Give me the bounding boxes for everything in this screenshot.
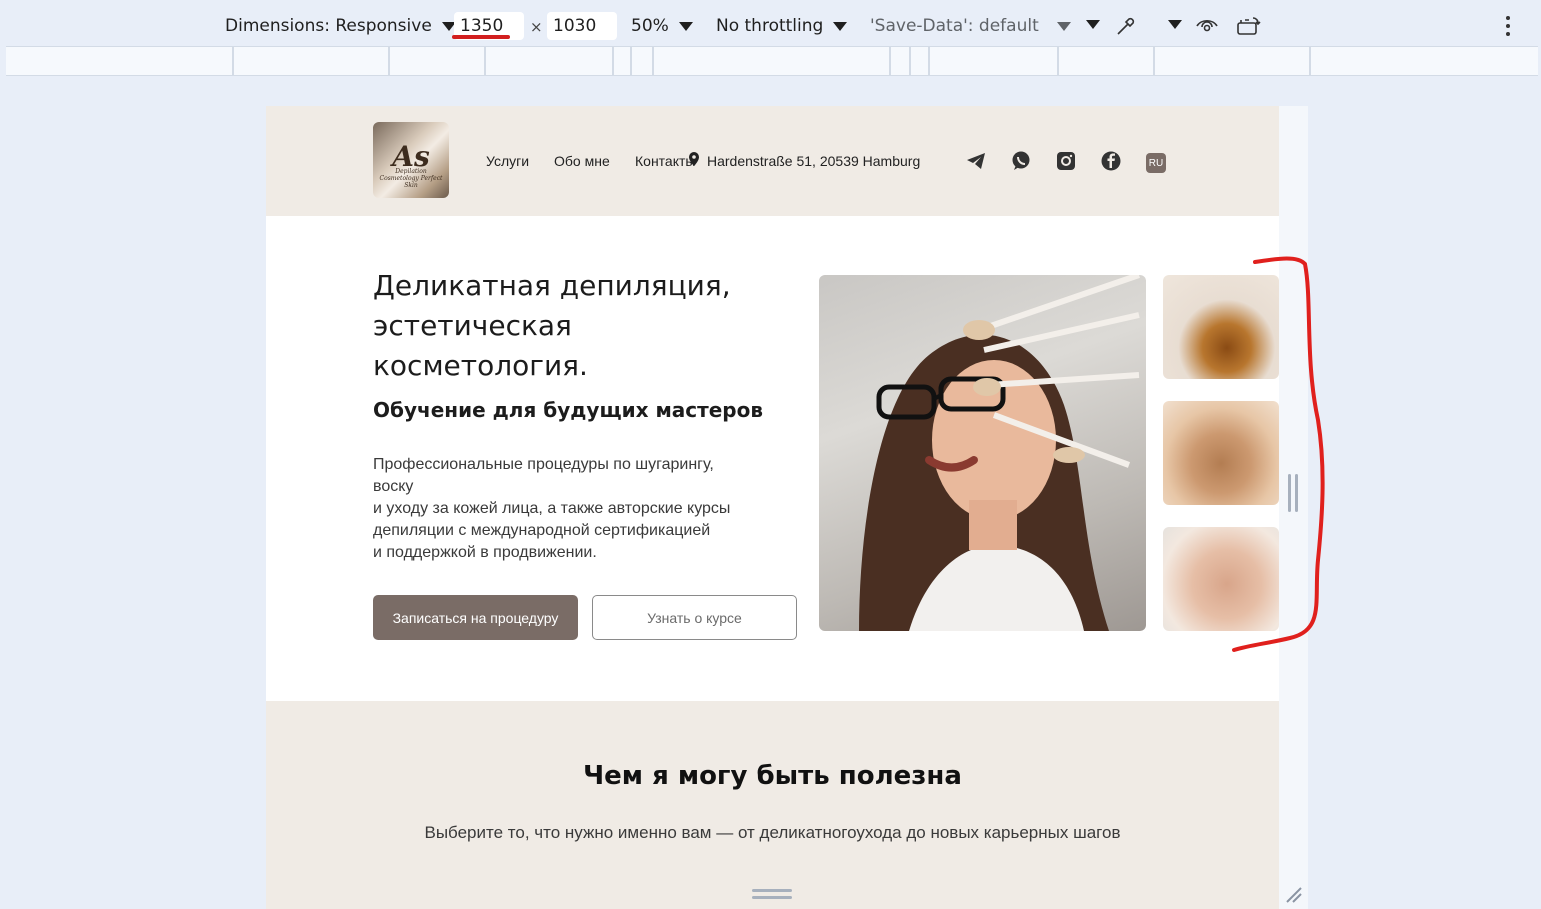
hero-subtitle: Обучение для будущих мастеров <box>373 398 764 422</box>
sugaring-thumbnail <box>1163 275 1279 379</box>
services-section: Чем я могу быть полезна Выберите то, что… <box>266 701 1279 909</box>
nav-services[interactable]: Услуги <box>486 153 529 169</box>
throttling-label: No throttling <box>716 16 824 36</box>
width-underline-annotation <box>452 35 510 39</box>
telegram-icon[interactable] <box>966 151 986 171</box>
times-sign: × <box>530 18 543 36</box>
hero-portrait-photo <box>819 275 1146 631</box>
location-pin-icon <box>689 152 699 169</box>
save-data-label: 'Save-Data': default <box>870 16 1039 36</box>
chevron-down-icon <box>1056 21 1071 31</box>
viewport-resize-corner-icon[interactable] <box>1283 884 1303 904</box>
services-description: Выберите то, что нужно именно вам — от д… <box>424 823 1121 842</box>
nav-about[interactable]: Обо мне <box>554 153 610 169</box>
language-switch[interactable]: RU <box>1146 153 1166 173</box>
emulated-viewport: As Depilation Cosmetology Perfect Skin У… <box>266 106 1279 909</box>
eye-icon[interactable] <box>1195 16 1219 36</box>
device-toolbar: Dimensions: Responsive 1350 × 1030 50% N… <box>6 6 1538 46</box>
more-options-dropdown[interactable] <box>1076 20 1100 29</box>
dimensions-dropdown[interactable]: Dimensions: Responsive <box>225 16 456 36</box>
width-value: 1350 <box>460 16 504 36</box>
nav-contacts[interactable]: Контакты <box>635 153 695 169</box>
learn-course-button[interactable]: Узнать о курсе <box>592 595 797 640</box>
zoom-label: 50% <box>631 16 669 36</box>
site-logo[interactable]: As Depilation Cosmetology Perfect Skin <box>373 122 449 198</box>
dimensions-label: Dimensions: Responsive <box>225 16 432 36</box>
chevron-down-icon <box>1086 20 1100 29</box>
rotate-icon[interactable] <box>1235 14 1263 38</box>
chevron-down-icon <box>833 21 848 31</box>
instagram-icon[interactable] <box>1056 151 1076 171</box>
facebook-icon[interactable] <box>1101 151 1121 171</box>
hero-description: Профессиональные процедуры по шугарингу,… <box>373 456 731 561</box>
facial-care-thumbnail <box>1163 527 1279 631</box>
hero-title: Деликатная депиляция, эстетическая косме… <box>373 269 731 382</box>
save-data-dropdown[interactable]: 'Save-Data': default <box>870 16 1071 36</box>
height-input[interactable]: 1030 <box>547 12 617 40</box>
vision-dropdown[interactable] <box>1158 20 1182 29</box>
throttling-dropdown[interactable]: No throttling <box>716 16 848 36</box>
book-procedure-button[interactable]: Записаться на процедуру <box>373 595 578 640</box>
kebab-menu-icon[interactable] <box>1506 16 1510 36</box>
site-header: As Depilation Cosmetology Perfect Skin У… <box>266 106 1279 216</box>
zoom-dropdown[interactable]: 50% <box>631 16 693 36</box>
logo-tagline: Depilation Cosmetology Perfect Skin <box>379 168 443 189</box>
viewport-resize-handle-bottom[interactable] <box>752 889 792 899</box>
services-title: Чем я могу быть полезна <box>583 761 962 791</box>
whatsapp-icon[interactable] <box>1011 151 1031 171</box>
viewport-resize-handle-right[interactable] <box>1288 474 1298 512</box>
height-value: 1030 <box>553 16 597 36</box>
chevron-down-icon <box>1168 20 1182 29</box>
address-text: Hardenstraße 51, 20539 Hamburg <box>707 153 921 169</box>
chevron-down-icon <box>678 21 693 31</box>
serum-thumbnail <box>1163 401 1279 505</box>
media-query-ruler[interactable] <box>6 46 1538 76</box>
eyedropper-icon[interactable] <box>1114 14 1138 38</box>
